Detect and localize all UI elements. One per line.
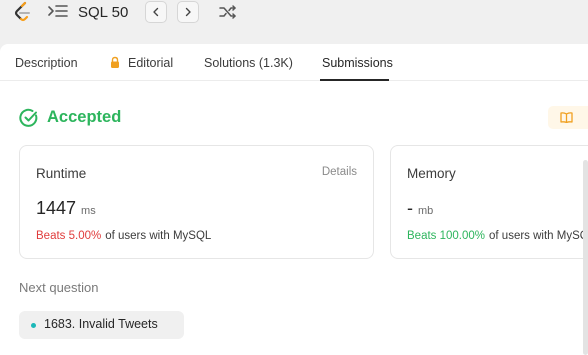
- memory-card[interactable]: Memory - mb Beats 100.00% of users with M…: [390, 145, 588, 259]
- runtime-unit: ms: [81, 205, 96, 217]
- memory-value-row: - mb: [407, 198, 433, 219]
- memory-beats: Beats 100.00% of users with MySQL: [407, 230, 588, 242]
- next-question-chip[interactable]: 1683. Invalid Tweets: [19, 311, 184, 339]
- memory-value: -: [407, 198, 413, 218]
- runtime-value: 1447: [36, 198, 77, 218]
- runtime-card[interactable]: Runtime Details 1447 ms Beats 5.00% of us…: [19, 145, 374, 259]
- top-bar: SQL 50: [0, 0, 588, 36]
- submission-status: Accepted: [47, 108, 122, 126]
- tab-bar: Description Editorial Solutions (1.3K) S…: [0, 44, 588, 81]
- runtime-beats-suffix: of users with MySQL: [105, 230, 212, 242]
- vertical-scrollbar[interactable]: [583, 160, 588, 355]
- tab-submissions[interactable]: Submissions: [322, 56, 393, 70]
- prev-question-button[interactable]: [145, 1, 167, 23]
- shuffle-icon[interactable]: [218, 3, 238, 21]
- next-question-button[interactable]: [177, 1, 199, 23]
- memory-beats-percent: Beats 100.00%: [407, 230, 486, 242]
- active-tab-indicator: [320, 79, 389, 81]
- submission-panel: Description Editorial Solutions (1.3K) S…: [0, 44, 588, 355]
- problem-list-title[interactable]: SQL 50: [78, 4, 128, 21]
- tab-description[interactable]: Description: [15, 56, 78, 70]
- difficulty-dot-icon: [31, 323, 36, 328]
- runtime-label: Runtime: [36, 166, 87, 181]
- runtime-value-row: 1447 ms: [36, 198, 96, 219]
- lock-icon: [111, 56, 119, 68]
- next-question-title: 1683. Invalid Tweets: [44, 317, 158, 331]
- tab-editorial[interactable]: Editorial: [128, 56, 173, 70]
- runtime-beats-percent: Beats 5.00%: [36, 230, 102, 242]
- tab-solutions[interactable]: Solutions (1.3K): [204, 56, 293, 70]
- memory-beats-suffix: of users with MySQL: [489, 230, 588, 242]
- check-circle-icon: [19, 108, 38, 127]
- editorial-button[interactable]: [548, 106, 588, 129]
- memory-unit: mb: [418, 205, 434, 217]
- runtime-beats: Beats 5.00% of users with MySQL: [36, 230, 211, 242]
- book-icon: [560, 112, 573, 123]
- leetcode-logo-icon[interactable]: [12, 1, 34, 25]
- chevron-right-icon: [185, 7, 191, 17]
- problem-list-icon[interactable]: [47, 3, 69, 21]
- chevron-left-icon: [153, 7, 159, 17]
- next-question-label: Next question: [19, 280, 99, 295]
- memory-label: Memory: [407, 166, 456, 181]
- details-link[interactable]: Details: [322, 166, 357, 178]
